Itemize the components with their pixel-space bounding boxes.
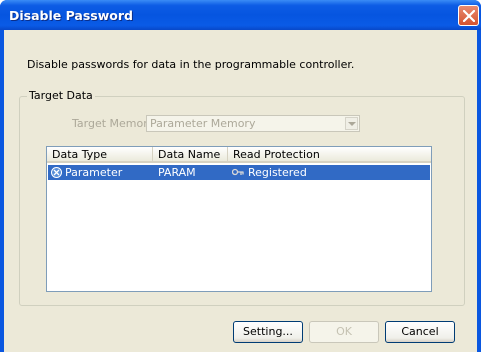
target-memory-select[interactable]: Parameter Memory [146, 115, 360, 132]
dropdown-button[interactable] [345, 117, 358, 130]
cancel-button[interactable]: Cancel [385, 321, 455, 343]
title-bar[interactable]: Disable Password [0, 0, 481, 30]
parameter-icon [51, 167, 62, 178]
chevron-down-icon [348, 122, 356, 126]
column-header-data-name[interactable]: Data Name [153, 147, 228, 163]
close-icon [463, 10, 475, 22]
cell-data-name: PARAM [158, 166, 196, 179]
ok-button[interactable]: OK [309, 321, 379, 343]
target-memory-label: Target Memory [72, 117, 155, 130]
target-memory-value: Parameter Memory [150, 117, 256, 130]
list-header: Data Type Data Name Read Protection [47, 147, 431, 163]
setting-button[interactable]: Setting... [233, 321, 303, 343]
column-header-data-type[interactable]: Data Type [47, 147, 153, 163]
cell-data-type: Parameter [65, 166, 123, 179]
window-title: Disable Password [9, 8, 133, 23]
target-data-label: Target Data [27, 89, 95, 102]
table-row[interactable]: Parameter PARAM Registered [48, 165, 430, 180]
key-icon [232, 168, 244, 176]
close-button[interactable] [458, 5, 479, 26]
column-header-read-protection[interactable]: Read Protection [228, 147, 431, 163]
description-text: Disable passwords for data in the progra… [27, 58, 355, 71]
data-list[interactable]: Data Type Data Name Read Protection Para… [46, 146, 432, 292]
cell-read-protection: Registered [248, 166, 307, 179]
